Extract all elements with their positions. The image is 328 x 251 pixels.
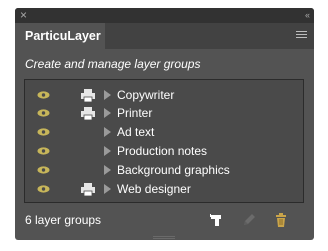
printer-icon[interactable]	[81, 89, 95, 102]
layer-group-row[interactable]: Ad text	[25, 123, 303, 141]
printer-icon[interactable]	[81, 107, 95, 120]
eye-icon[interactable]	[37, 147, 50, 155]
expand-arrow-icon[interactable]	[104, 127, 111, 137]
eye-icon[interactable]	[37, 166, 50, 174]
tab-strip: ParticuLayer	[15, 23, 314, 49]
collapse-icon[interactable]: ‹‹	[305, 8, 310, 23]
tab-particulayer[interactable]: ParticuLayer	[15, 23, 105, 49]
layer-group-row[interactable]: Web designer	[25, 180, 303, 198]
layer-group-row[interactable]: Background graphics	[25, 161, 303, 179]
layer-group-label: Printer	[117, 106, 153, 120]
layer-group-count: 6 layer groups	[25, 213, 102, 227]
expand-arrow-icon[interactable]	[104, 108, 111, 118]
layer-group-row[interactable]: Copywriter	[25, 86, 303, 104]
resize-grip[interactable]	[153, 236, 175, 239]
eye-icon[interactable]	[37, 128, 50, 136]
layer-group-row[interactable]: Production notes	[25, 142, 303, 160]
panel-menu-icon[interactable]	[296, 31, 307, 40]
expand-arrow-icon[interactable]	[104, 146, 111, 156]
layer-group-list[interactable]: Copywriter Printer Ad text Production no…	[24, 79, 304, 203]
eye-icon[interactable]	[37, 91, 50, 99]
layer-group-label: Copywriter	[117, 88, 175, 102]
layer-group-label: Web designer	[117, 182, 191, 196]
edit-pencil-icon[interactable]	[241, 212, 257, 228]
new-layer-group-icon[interactable]	[209, 212, 225, 228]
eye-icon[interactable]	[37, 185, 50, 193]
expand-arrow-icon[interactable]	[104, 165, 111, 175]
particulayer-panel: × ‹‹ ParticuLayer Create and manage laye…	[15, 8, 314, 240]
trash-icon[interactable]	[273, 212, 289, 228]
expand-arrow-icon[interactable]	[104, 90, 111, 100]
eye-icon[interactable]	[37, 109, 50, 117]
panel-subtitle: Create and manage layer groups	[25, 57, 201, 71]
panel-title-bar: × ‹‹	[15, 8, 314, 23]
layer-group-label: Ad text	[117, 125, 155, 139]
layer-group-row[interactable]: Printer	[25, 104, 303, 122]
close-icon[interactable]: ×	[20, 8, 27, 23]
printer-icon[interactable]	[81, 183, 95, 196]
layer-group-label: Production notes	[117, 144, 208, 158]
expand-arrow-icon[interactable]	[104, 184, 111, 194]
layer-group-label: Background graphics	[117, 163, 230, 177]
